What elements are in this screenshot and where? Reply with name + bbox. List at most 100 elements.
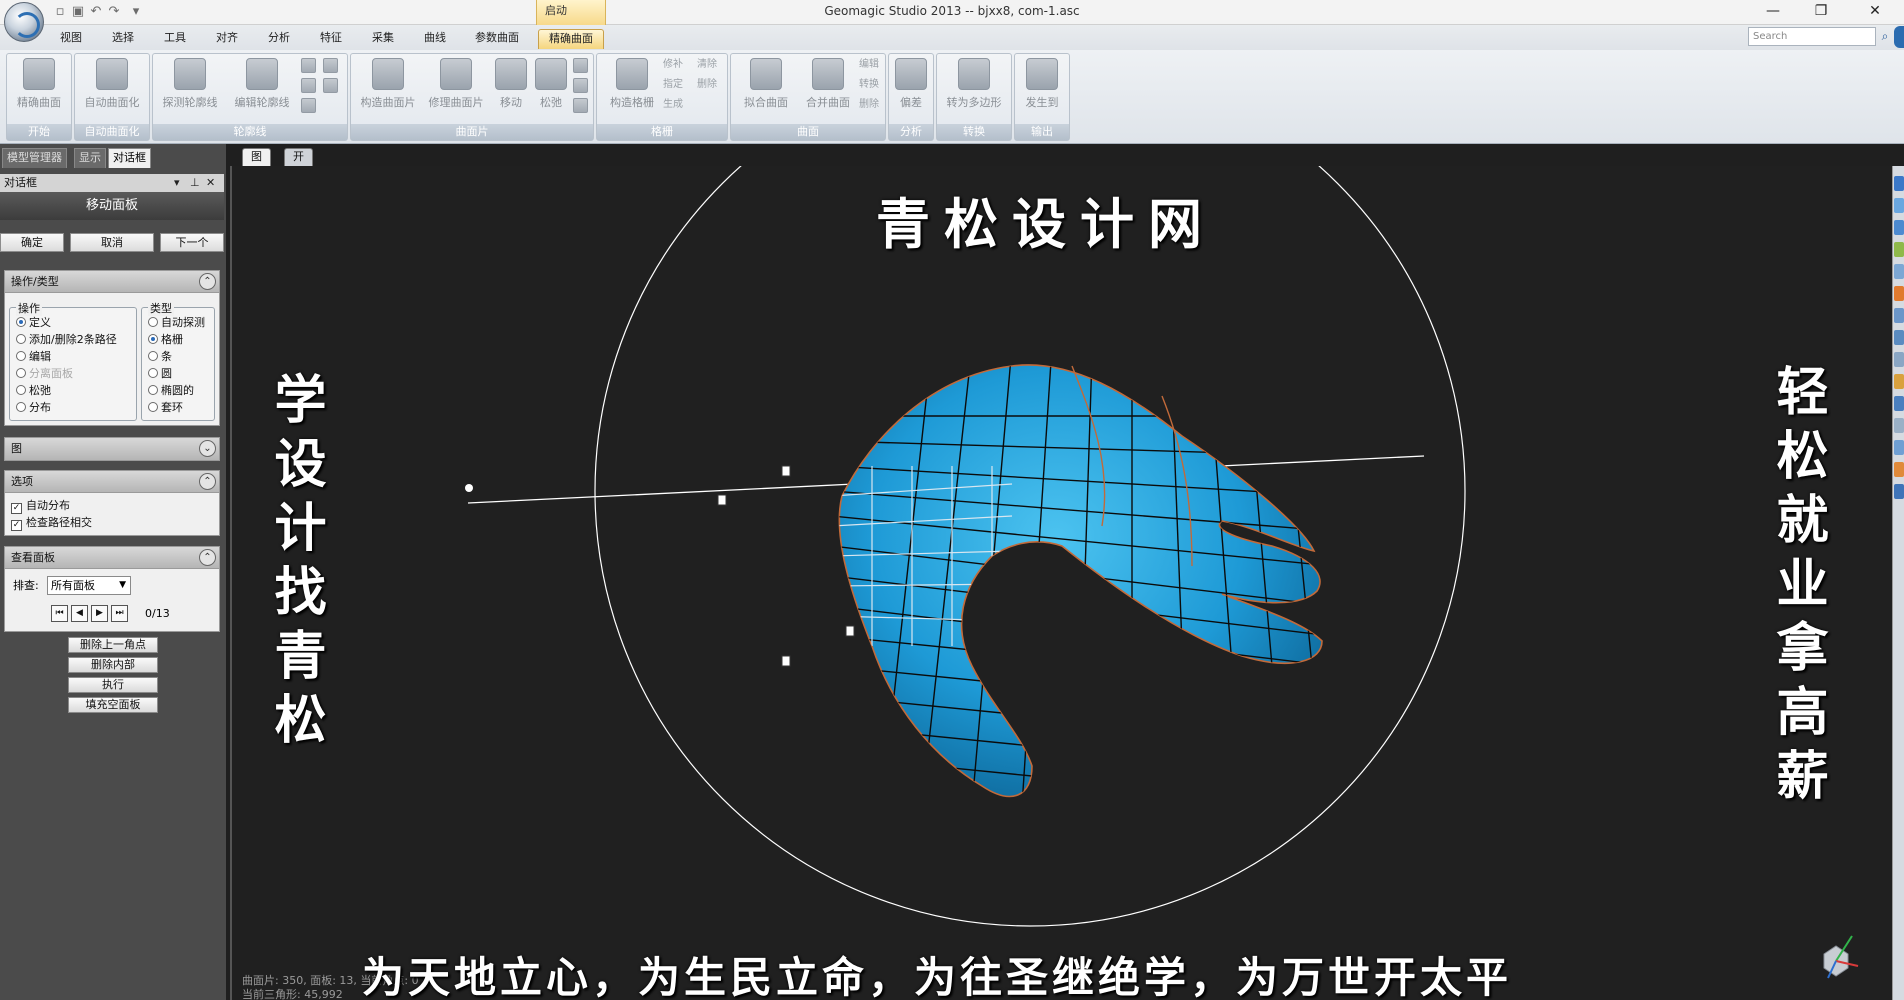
convert-to-polygons-button[interactable]: 转为多边形 (939, 56, 1009, 122)
delete-grids-button[interactable]: 删除 (697, 76, 717, 94)
toolbar-tool-icon[interactable] (1894, 308, 1904, 323)
repair-grids-button[interactable]: 修补 (663, 56, 683, 74)
fill-empty-panels-button[interactable]: 填充空面板 (68, 697, 158, 713)
fit-surfaces-button[interactable]: 拟合曲面 (735, 56, 797, 122)
auto-surface-button[interactable]: 自动曲面化 (77, 56, 147, 122)
graphics-viewport[interactable] (230, 166, 1892, 1000)
expand-icon[interactable]: ⌄ (199, 440, 216, 457)
minimize-button[interactable]: — (1750, 0, 1796, 24)
radio-circle[interactable]: 圆 (148, 367, 172, 381)
clear-grids-button[interactable]: 清除 (697, 56, 717, 74)
radio-ellipse[interactable]: 椭圆的 (148, 384, 194, 398)
contour-tool-icon[interactable] (301, 78, 316, 93)
prev-panel-icon[interactable]: ◀ (71, 605, 88, 622)
exact-surfaces-button[interactable]: 精确曲面 (9, 56, 69, 122)
pin-icon[interactable]: ⊥ (190, 174, 200, 192)
repair-patches-button[interactable]: 修理曲面片 (423, 56, 489, 122)
edit-surface-button[interactable]: 编辑 (859, 56, 879, 74)
generate-grids-button[interactable]: 生成 (663, 96, 683, 114)
maximize-button[interactable]: ❐ (1798, 0, 1844, 24)
assign-grids-button[interactable]: 指定 (663, 76, 683, 94)
tab-start[interactable]: 开始 (284, 148, 313, 179)
check-path-intersection-checkbox[interactable]: ✓ 检查路径相交 (11, 516, 92, 531)
radio-edit[interactable]: 编辑 (16, 350, 51, 364)
detect-contours-button[interactable]: 探测轮廓线 (157, 56, 223, 122)
construct-patches-button[interactable]: 构造曲面片 (355, 56, 421, 122)
tab-view[interactable]: 视图 (52, 29, 90, 49)
radio-grid[interactable]: 格栅 (148, 333, 183, 347)
send-to-button[interactable]: 发生到 (1017, 56, 1067, 122)
corner-marker[interactable] (717, 494, 727, 506)
toolbar-tool-icon[interactable] (1894, 440, 1904, 455)
tab-curves[interactable]: 曲线 (416, 29, 454, 49)
toolbar-tool-icon[interactable] (1894, 220, 1904, 235)
collapse-icon[interactable]: ⌃ (199, 273, 216, 290)
section-header[interactable]: 选项 ⌃ (5, 471, 219, 493)
tab-select[interactable]: 选择 (104, 29, 142, 49)
last-panel-icon[interactable]: ⏭ (111, 605, 128, 622)
toolbar-tool-icon[interactable] (1894, 374, 1904, 389)
tab-model-manager[interactable]: 模型管理器 (2, 148, 67, 168)
contour-tool-icon[interactable] (301, 98, 316, 113)
radio-loop[interactable]: 套环 (148, 401, 183, 415)
tab-exact-surfaces[interactable]: 精确曲面 (538, 29, 604, 49)
radio-define[interactable]: 定义 (16, 316, 51, 330)
toolbar-tool-icon[interactable] (1894, 330, 1904, 345)
collapse-icon[interactable]: ⌃ (199, 549, 216, 566)
toolbar-tool-icon[interactable] (1894, 286, 1904, 301)
patch-tool-icon[interactable] (573, 58, 588, 73)
section-header[interactable]: 查看面板 ⌃ (5, 547, 219, 569)
tab-display[interactable]: 显示 (74, 148, 106, 168)
toolbar-tool-icon[interactable] (1894, 198, 1904, 213)
toolbar-tool-icon[interactable] (1894, 484, 1904, 499)
radio-add-remove-paths[interactable]: 添加/删除2条路径 (16, 333, 117, 347)
tab-features[interactable]: 特征 (312, 29, 350, 49)
new-file-icon[interactable]: ▫ (52, 4, 68, 20)
save-icon[interactable]: ▣ (70, 4, 86, 20)
tab-parametric-surfaces[interactable]: 参数曲面 (468, 29, 526, 49)
application-menu-button[interactable] (4, 2, 44, 42)
ok-button[interactable]: 确定 (0, 233, 64, 252)
tab-align[interactable]: 对齐 (208, 29, 246, 49)
panel-close-icon[interactable]: ✕ (206, 174, 215, 192)
toolbar-tool-icon[interactable] (1894, 462, 1904, 477)
first-panel-icon[interactable]: ⏮ (51, 605, 68, 622)
move-button[interactable]: 移动 (491, 56, 531, 122)
redo-icon[interactable]: ↷ (106, 4, 122, 20)
scene-canvas[interactable] (232, 166, 1892, 1000)
corner-marker[interactable] (781, 465, 791, 477)
corner-marker[interactable] (781, 655, 791, 667)
patch-delete-icon[interactable] (573, 98, 588, 113)
merge-surfaces-button[interactable]: 合并曲面 (797, 56, 859, 122)
contour-tool-icon[interactable] (323, 58, 338, 73)
contour-tool-icon[interactable] (301, 58, 316, 73)
toolbar-tool-icon[interactable] (1894, 352, 1904, 367)
auto-distribute-checkbox[interactable]: ✓ 自动分布 (11, 499, 70, 514)
help-icon[interactable] (1894, 26, 1904, 48)
next-panel-icon[interactable]: ▶ (91, 605, 108, 622)
radio-relax[interactable]: 松弛 (16, 384, 51, 398)
search-input[interactable]: Search (1748, 27, 1876, 46)
toolbar-tool-icon[interactable] (1894, 176, 1904, 191)
cancel-button[interactable]: 取消 (70, 233, 154, 252)
edit-contours-button[interactable]: 编辑轮廓线 (229, 56, 295, 122)
tab-dialog[interactable]: 对话框 (108, 148, 151, 168)
tab-graphics[interactable]: 图形 (242, 148, 271, 179)
toolbar-tool-icon[interactable] (1894, 264, 1904, 279)
contour-delete-icon[interactable] (323, 78, 338, 93)
rotation-handle[interactable] (465, 484, 473, 492)
panel-menu-icon[interactable]: ▾ (174, 174, 180, 192)
delete-interior-button[interactable]: 删除内部 (68, 657, 158, 673)
relax-button[interactable]: 松弛 (533, 56, 569, 122)
search-icon[interactable]: ⌕ (1876, 27, 1894, 46)
sort-select[interactable]: 所有面板 ▼ (47, 576, 131, 595)
delete-last-corner-button[interactable]: 删除上一角点 (68, 637, 158, 653)
delete-surface-button[interactable]: 删除 (859, 96, 879, 114)
deviation-button[interactable]: 偏差 (891, 56, 931, 122)
construct-grids-button[interactable]: 构造格栅 (601, 56, 663, 122)
execute-button[interactable]: 执行 (68, 677, 158, 693)
convert-surface-button[interactable]: 转换 (859, 76, 879, 94)
undo-icon[interactable]: ↶ (88, 4, 104, 20)
close-button[interactable]: ✕ (1852, 0, 1898, 24)
tab-capture[interactable]: 采集 (364, 29, 402, 49)
